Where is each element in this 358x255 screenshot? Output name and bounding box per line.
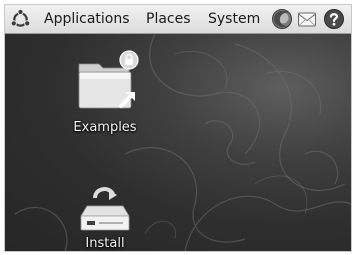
- desktop-icon-examples[interactable]: Examples: [63, 50, 147, 136]
- examples-label: Examples: [73, 120, 137, 135]
- system-menu[interactable]: System: [208, 11, 260, 28]
- install-label: Install: [85, 236, 125, 251]
- install-drive-icon: [80, 187, 130, 231]
- desktop-screen: Applications Places System Examples Inst…: [5, 5, 351, 251]
- firefox-browser-icon[interactable]: [271, 8, 293, 30]
- help-icon[interactable]: [323, 8, 345, 30]
- applications-menu[interactable]: Applications: [44, 11, 130, 28]
- wallpaper-swirls: [14, 34, 351, 251]
- ubuntu-logo-icon[interactable]: [10, 9, 31, 30]
- folder-icon: [78, 50, 139, 109]
- desktop-icon-install[interactable]: Install: [63, 182, 147, 251]
- desktop-area: Examples Install: [5, 34, 351, 251]
- mail-icon[interactable]: [296, 8, 318, 30]
- top-panel: Applications Places System: [5, 5, 351, 34]
- places-menu[interactable]: Places: [146, 11, 191, 28]
